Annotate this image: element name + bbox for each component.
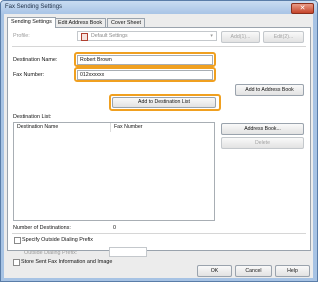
specify-prefix-checkbox[interactable] xyxy=(14,237,21,244)
ok-button[interactable]: OK xyxy=(197,265,232,277)
sending-settings-panel: Profile: Default Settings ▾ Add(1)... Ed… xyxy=(7,27,311,251)
add-profile-button[interactable]: Add(1)... xyxy=(221,31,260,43)
add-to-address-book-button[interactable]: Add to Address Book xyxy=(235,84,304,96)
destination-list[interactable]: Destination Name Fax Number xyxy=(13,122,215,221)
profile-select[interactable]: Default Settings ▾ xyxy=(77,31,217,41)
specify-prefix-label: Specify Outside Dialing Prefix xyxy=(22,237,94,243)
add-to-destination-list-label: Add to Destination List xyxy=(138,99,190,105)
close-button[interactable]: ✕ xyxy=(291,3,314,14)
profile-label: Profile: xyxy=(13,33,30,39)
close-icon: ✕ xyxy=(299,5,306,12)
tab-label: Cover Sheet xyxy=(111,20,141,26)
column-header-fax-number[interactable]: Fax Number xyxy=(111,123,214,132)
fax-number-value: 012xxxxxx xyxy=(80,72,105,78)
destination-name-input[interactable]: Robert Brown xyxy=(77,55,213,65)
divider xyxy=(12,233,306,234)
outside-dialing-prefix-input[interactable] xyxy=(109,247,147,257)
destination-name-label: Destination Name: xyxy=(13,57,58,63)
tab-label: Edit Address Book xyxy=(58,20,103,26)
add-profile-label: Add(1)... xyxy=(230,34,251,40)
fax-sending-settings-dialog: Fax Sending Settings ✕ Sending Settings … xyxy=(0,0,318,282)
address-book-label: Address Book... xyxy=(244,126,281,132)
number-of-destinations-label: Number of Destinations: xyxy=(13,225,71,231)
add-to-destination-list-button[interactable]: Add to Destination List xyxy=(112,97,216,108)
fax-number-input[interactable]: 012xxxxxx xyxy=(77,70,213,80)
help-label: Help xyxy=(287,268,298,274)
edit-profile-label: Edit(2)... xyxy=(273,34,294,40)
cancel-label: Cancel xyxy=(245,268,262,274)
column-header-destination-name[interactable]: Destination Name xyxy=(14,123,111,132)
fax-profile-icon xyxy=(81,33,88,41)
ok-label: OK xyxy=(210,268,219,274)
add-to-address-book-label: Add to Address Book xyxy=(245,87,294,93)
address-book-button[interactable]: Address Book... xyxy=(221,123,304,135)
number-of-destinations-value: 0 xyxy=(113,225,116,231)
destination-list-label: Destination List: xyxy=(13,114,52,120)
destination-name-value: Robert Brown xyxy=(80,57,112,63)
title-bar[interactable]: Fax Sending Settings ✕ xyxy=(1,1,317,14)
outside-dialing-prefix-label: Outside Dialing Prefix: xyxy=(24,250,78,256)
help-button[interactable]: Help xyxy=(275,265,310,277)
store-sent-fax-checkbox[interactable] xyxy=(13,259,20,266)
edit-profile-button[interactable]: Edit(2)... xyxy=(263,31,304,43)
divider xyxy=(12,46,306,47)
profile-value: Default Settings xyxy=(91,33,128,39)
tab-sending-settings[interactable]: Sending Settings xyxy=(7,17,56,28)
fax-number-label: Fax Number: xyxy=(13,72,45,78)
window-title: Fax Sending Settings xyxy=(5,4,63,10)
tab-label: Sending Settings xyxy=(11,19,52,25)
delete-button[interactable]: Delete xyxy=(221,137,304,149)
cancel-button[interactable]: Cancel xyxy=(235,265,272,277)
chevron-down-icon: ▾ xyxy=(210,33,213,39)
dialog-client-area: Sending Settings Edit Address Book Cover… xyxy=(4,14,313,278)
column-header-label: Destination Name xyxy=(17,124,59,130)
column-header-label: Fax Number xyxy=(114,124,143,130)
store-sent-fax-label: Store Sent Fax Information and Image xyxy=(21,259,113,265)
delete-label: Delete xyxy=(255,140,270,146)
